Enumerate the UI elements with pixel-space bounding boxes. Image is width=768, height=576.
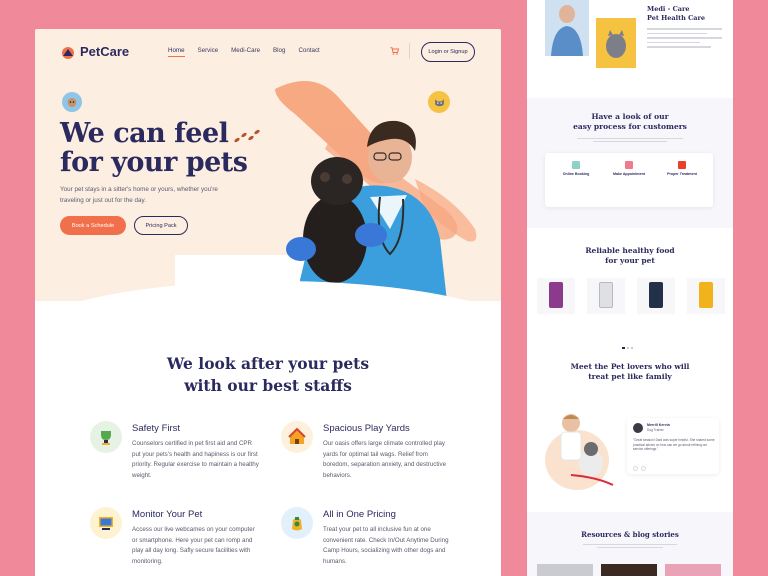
next-arrow-icon[interactable] [641,466,646,471]
food-product-card[interactable] [537,278,575,314]
blog-thumbnail[interactable] [601,564,657,576]
monitor-icon [90,507,122,539]
doctor-photo [545,0,589,56]
nav-divider [409,43,410,59]
feature-description: Treat your pet to all inclusive fun at o… [323,526,449,566]
child-with-dog-photo [545,414,614,490]
blog-section: Resources & blog stories [527,512,733,576]
pet-lovers-title-line2: treat pet like family [588,372,672,381]
brand-name: PetCare [80,44,130,59]
blog-thumbnail[interactable] [537,564,593,576]
dog-avatar-badge [62,92,82,112]
trainer-name: Merrill Kervin [647,423,670,427]
medicare-title-line1: Medi - Care [647,5,690,13]
food-package [599,282,613,308]
food-title: Reliable healthy food for your pet [527,246,733,266]
hero-description: Your pet stays in a sitter's home or you… [60,186,218,204]
food-product-card[interactable] [637,278,675,314]
feature-description: Access our live webcames on your compute… [132,526,255,566]
nav-link-blog[interactable]: Blog [273,47,285,54]
hero-title: We can feel for your pets [60,119,260,177]
food-package [649,282,663,308]
trainer-role: Dog Trainer [647,428,664,432]
medicare-section: Medi - Care Pet Health Care [527,0,733,80]
pet-lovers-section: Meet the Pet lovers who will treat pet l… [527,350,733,500]
process-title-line2: easy process for customers [573,122,687,131]
feature-title: All in One Pricing [323,509,396,520]
nav-link-medi-care[interactable]: Medi-Care [231,47,260,54]
food-product-card[interactable] [587,278,625,314]
dog-face-icon [67,98,77,107]
prev-arrow-icon[interactable] [633,466,638,471]
pricing-pack-button[interactable]: Pricing Pack [134,216,188,235]
logo-paw-icon [62,46,74,59]
step-proper-treatment[interactable]: Proper Treatment [657,161,707,176]
food-product-card[interactable] [687,278,725,314]
landing-page: PetCare Home Service Medi-Care Blog Cont… [35,29,501,576]
brand-logo[interactable]: PetCare [60,44,129,59]
carousel-dots[interactable] [622,336,642,349]
staff-section-title: We look after your pets with our best st… [155,353,381,397]
medical-cross-icon [678,161,686,169]
cat-photo [596,18,636,68]
booking-icon [572,161,580,169]
pet-lovers-title: Meet the Pet lovers who will treat pet l… [527,362,733,382]
food-products-row [537,278,727,349]
gloved-hand [286,237,316,261]
process-title-line1: Have a look of our [591,112,669,121]
trophy-icon [90,421,122,453]
step-make-appointment[interactable]: Make Appointment [604,161,654,176]
medicare-title-line2: Pet Health Care [647,14,706,22]
testimonial-quote: "Great session! Dani was super helpful. … [633,438,715,451]
feature-title: Spacious Play Yards [323,423,410,434]
staff-title-line1: We look after your pets [166,354,370,373]
staff-title-line2: with our best staffs [184,376,352,395]
feature-title: Monitor Your Pet [132,509,203,520]
testimonial-card: Merrill Kervin Dog Trainer "Great sessio… [627,418,719,474]
nav-links: Home Service Medi-Care Blog Contact [168,47,320,57]
nav-link-home[interactable]: Home [168,47,185,57]
calendar-icon [625,161,633,169]
process-subtitle [577,138,683,144]
cat-avatar-badge [428,91,450,113]
top-navigation: PetCare Home Service Medi-Care Blog Cont… [35,29,501,75]
hero-title-line1: We can feel [60,118,229,149]
process-section: Have a look of our easy process for cust… [527,98,733,228]
food-package [699,282,713,308]
trainer-avatar [633,423,643,433]
nav-link-service[interactable]: Service [198,47,219,54]
step-label: Online Booking [562,172,590,176]
process-title: Have a look of our easy process for cust… [527,112,733,132]
pet-lovers-title-line1: Meet the Pet lovers who will [570,362,690,371]
medicare-title: Medi - Care Pet Health Care [647,5,705,23]
medicare-text-lines [647,28,722,48]
hero-title-line2: for your pets [60,147,248,178]
page-preview-column: Medi - Care Pet Health Care Have a look … [527,0,733,576]
blog-title: Resources & blog stories [581,530,679,539]
feature-description: Our oasis offers large climate controlle… [323,440,447,480]
feature-title: Safety First [132,423,181,434]
food-title-line1: Reliable healthy food [585,246,675,255]
book-schedule-button[interactable]: Book a Schedule [60,216,126,235]
food-package [549,282,563,308]
feature-description: Counselors certified in pet first aid an… [132,440,259,480]
login-signup-button[interactable]: Login or Signup [421,42,475,62]
cart-icon[interactable] [390,47,399,55]
step-label: Proper Treatment [667,172,697,176]
pricing-bag-icon [281,507,313,539]
process-steps-card: Online Booking Make Appointment Proper T… [545,153,713,207]
pet-house-icon [281,421,313,453]
step-label: Make Appointment [612,172,645,176]
blog-subtitle [583,544,677,549]
cat-face-icon [434,98,444,106]
food-section: Reliable healthy food for your pet [527,238,733,349]
step-online-booking[interactable]: Online Booking [551,161,601,176]
nav-link-contact[interactable]: Contact [298,47,319,54]
food-title-line2: for your pet [605,256,655,265]
blog-thumbnail[interactable] [665,564,721,576]
